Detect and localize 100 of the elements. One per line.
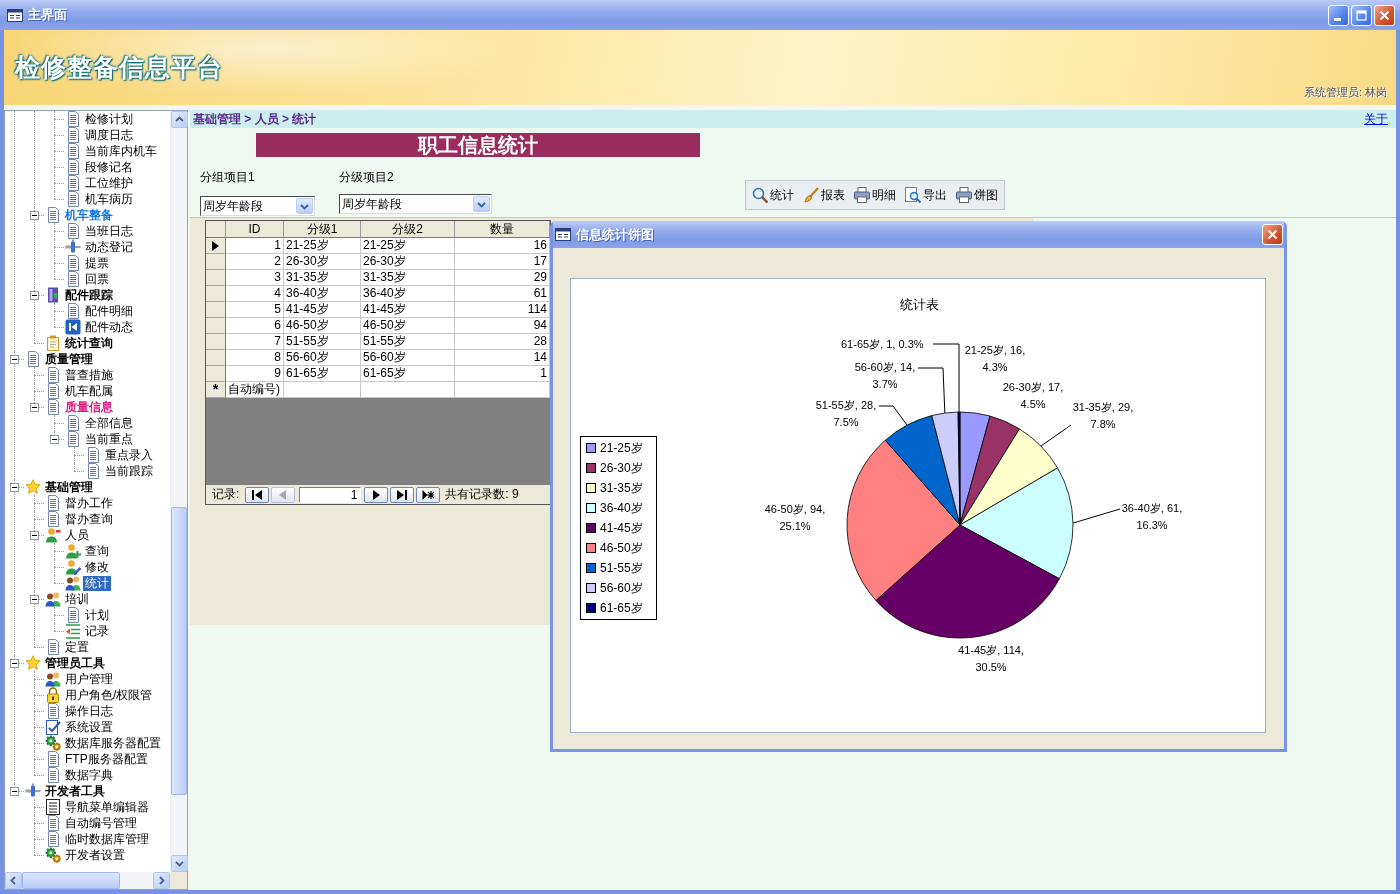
scrollbar-thumb[interactable] [171, 507, 187, 795]
document-icon [65, 255, 81, 271]
tree-item[interactable]: FTP服务器配置 [63, 751, 150, 767]
tree-item[interactable]: 记录 [83, 623, 111, 639]
table-cell: 46-50岁 [361, 318, 455, 334]
tree-item[interactable]: 机车配属 [63, 383, 115, 399]
tree-item[interactable]: 数据库服务器配置 [63, 735, 163, 751]
tree-item[interactable]: 开发者设置 [63, 847, 127, 863]
column-header: ID [226, 221, 284, 238]
tree-item[interactable]: 当班日志 [83, 223, 135, 239]
tree-item[interactable]: 重点录入 [103, 447, 155, 463]
document-icon [45, 767, 61, 783]
vertical-scrollbar[interactable] [170, 111, 187, 872]
toolbar-button[interactable]: 导出 [905, 186, 947, 204]
chevron-down-icon [175, 859, 184, 868]
toolbar-button[interactable]: 明细 [854, 186, 896, 204]
tree-item[interactable]: 配件明细 [83, 303, 135, 319]
tree-item[interactable]: 培训 [63, 591, 91, 607]
tree-item[interactable]: 回票 [83, 271, 111, 287]
scroll-right-button[interactable] [153, 872, 170, 889]
close-button[interactable] [1262, 224, 1283, 245]
dropdown-field[interactable]: 周岁年龄段 [200, 196, 315, 216]
tree-item[interactable]: 当前库内机车 [83, 143, 159, 159]
tree-item[interactable]: 机车病历 [83, 191, 135, 207]
tree-item[interactable]: 定置 [63, 639, 91, 655]
scroll-left-button[interactable] [5, 872, 22, 889]
tree-item[interactable]: 工位维护 [83, 175, 135, 191]
toolbar-button[interactable]: 报表 [803, 186, 845, 204]
tree-item[interactable]: 普查措施 [63, 367, 115, 383]
tree-item[interactable]: 操作日志 [63, 703, 115, 719]
tree-item[interactable]: 动态登记 [83, 239, 135, 255]
tree-item[interactable]: 督办查询 [63, 511, 115, 527]
tree-item[interactable]: 配件动态 [83, 319, 135, 335]
tree-item[interactable]: 督办工作 [63, 495, 115, 511]
dropdown-button[interactable] [473, 196, 490, 212]
tree-item[interactable]: 用户管理 [63, 671, 115, 687]
record-label: 记录: [212, 486, 240, 503]
tree-item[interactable]: 修改 [83, 559, 111, 575]
toolbar-button[interactable]: 饼图 [956, 186, 998, 204]
chevron-down-icon [300, 201, 309, 211]
legend-label: 21-25岁 [600, 439, 643, 457]
last-record-button[interactable] [390, 486, 415, 503]
tree-item[interactable]: 导航菜单编辑器 [63, 799, 151, 815]
row-selector[interactable] [206, 238, 226, 254]
tree-item[interactable]: 自动编号管理 [63, 815, 139, 831]
record-number-field[interactable]: 1 [299, 486, 362, 503]
tool-icon [65, 239, 81, 255]
tree-item[interactable]: 人员 [63, 527, 91, 543]
tree-item[interactable]: 临时数据库管理 [63, 831, 151, 847]
tree-item[interactable]: 段修记名 [83, 159, 135, 175]
chart-title: 统计表 [899, 296, 939, 314]
minimize-button[interactable] [1328, 4, 1349, 26]
scrollbar-thumb[interactable] [22, 872, 120, 889]
dropdown-field[interactable]: 周岁年龄段 [339, 194, 492, 214]
column-header: 数量 [455, 221, 550, 238]
new-record-selector[interactable]: * [206, 382, 226, 398]
tree-item[interactable]: 系统设置 [63, 719, 115, 735]
next-record-button[interactable] [364, 486, 389, 503]
table-cell: 1 [226, 238, 284, 254]
data-label: 41-45岁, 114, 30.5% [957, 643, 1025, 675]
close-icon [1267, 229, 1278, 240]
tree-item[interactable]: 开发者工具 [43, 783, 107, 799]
tree-item[interactable]: 查询 [83, 543, 111, 559]
scroll-down-button[interactable] [171, 855, 188, 872]
tree-item[interactable]: 配件跟踪 [63, 287, 115, 303]
about-link[interactable]: 关于 [1364, 110, 1388, 128]
table-cell: 56-60岁 [284, 350, 361, 366]
new-record-icon [422, 488, 435, 501]
tree-item[interactable]: 当前重点 [83, 431, 135, 447]
document-icon [45, 367, 61, 383]
tree-item[interactable]: 机车整备 [63, 207, 115, 223]
window-icon [7, 8, 23, 22]
close-button[interactable] [1374, 4, 1395, 26]
document-icon [45, 639, 61, 655]
tree-item[interactable]: 统计 [83, 575, 111, 591]
toolbar-button[interactable]: 统计 [752, 186, 794, 204]
dropdown-button[interactable] [296, 198, 313, 214]
tree-item[interactable]: 数据字典 [63, 767, 115, 783]
horizontal-scrollbar[interactable] [5, 872, 170, 889]
tree-item[interactable]: 用户角色/权限管 [63, 687, 155, 703]
tree-item[interactable]: 提票 [83, 255, 111, 271]
tree-item[interactable]: 计划 [83, 607, 111, 623]
tree-item[interactable]: 管理员工具 [43, 655, 107, 671]
legend-label: 56-60岁 [600, 579, 643, 597]
person-edit-icon [65, 559, 81, 575]
tree-item[interactable]: 质量管理 [43, 351, 95, 367]
tree-item[interactable]: 全部信息 [83, 415, 135, 431]
table-cell: 2 [226, 254, 284, 270]
tree-item[interactable]: 当前跟踪 [103, 463, 155, 479]
dialog-title: 信息统计饼图 [576, 225, 654, 244]
tree-item[interactable]: 基础管理 [43, 479, 95, 495]
tree-item[interactable]: 调度日志 [83, 127, 135, 143]
first-record-button[interactable] [245, 486, 270, 503]
maximize-button[interactable] [1351, 4, 1372, 26]
tree-item[interactable]: 检修计划 [83, 111, 135, 127]
table-cell: 36-40岁 [361, 286, 455, 302]
scroll-up-button[interactable] [171, 111, 188, 128]
tree-item[interactable]: 统计查询 [63, 335, 115, 351]
tree-item[interactable]: 质量信息 [63, 399, 115, 415]
new-record-button[interactable] [416, 486, 441, 503]
